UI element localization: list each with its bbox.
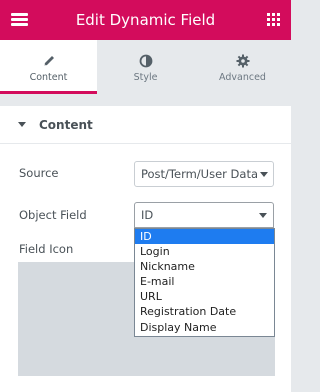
source-select-value: Post/Term/User Data xyxy=(141,167,259,181)
dropdown-option[interactable]: Registration Date xyxy=(135,304,274,319)
dropdown-option[interactable]: URL xyxy=(135,289,274,304)
source-label: Source xyxy=(19,166,59,180)
object-field-select-value: ID xyxy=(141,208,154,222)
dropdown-option[interactable]: Display Name xyxy=(135,320,274,335)
tab-advanced-label: Advanced xyxy=(219,72,266,83)
panel-header: Edit Dynamic Field xyxy=(0,0,291,40)
tab-content[interactable]: Content xyxy=(0,40,97,94)
tab-style[interactable]: Style xyxy=(97,40,194,94)
chevron-down-icon xyxy=(260,172,268,177)
grid-apps-icon[interactable] xyxy=(267,13,280,26)
tab-style-label: Style xyxy=(133,72,158,83)
dropdown-option[interactable]: E-mail xyxy=(135,274,274,289)
section-header-content[interactable]: Content xyxy=(0,106,291,144)
dropdown-option[interactable]: Login xyxy=(135,244,274,259)
section-title: Content xyxy=(39,118,93,132)
panel-title: Edit Dynamic Field xyxy=(75,11,216,29)
dropdown-option[interactable]: ID xyxy=(135,229,274,245)
tab-advanced[interactable]: Advanced xyxy=(194,40,291,94)
tab-content-label: Content xyxy=(29,72,68,83)
pencil-icon xyxy=(43,56,54,66)
source-select[interactable]: Post/Term/User Data xyxy=(134,161,274,187)
tab-bar: Content Style Advanced xyxy=(0,40,291,94)
half-circle-icon xyxy=(139,54,152,68)
dropdown-option[interactable]: Nickname xyxy=(135,259,274,274)
field-icon-label: Field Icon xyxy=(19,242,74,256)
chevron-down-icon xyxy=(259,213,267,218)
object-field-dropdown: ID Login Nickname E-mail URL Registratio… xyxy=(134,228,275,337)
gear-icon xyxy=(236,54,249,68)
caret-down-icon xyxy=(18,122,26,127)
object-field-select[interactable]: ID xyxy=(134,202,274,228)
object-field-label: Object Field xyxy=(19,208,87,222)
